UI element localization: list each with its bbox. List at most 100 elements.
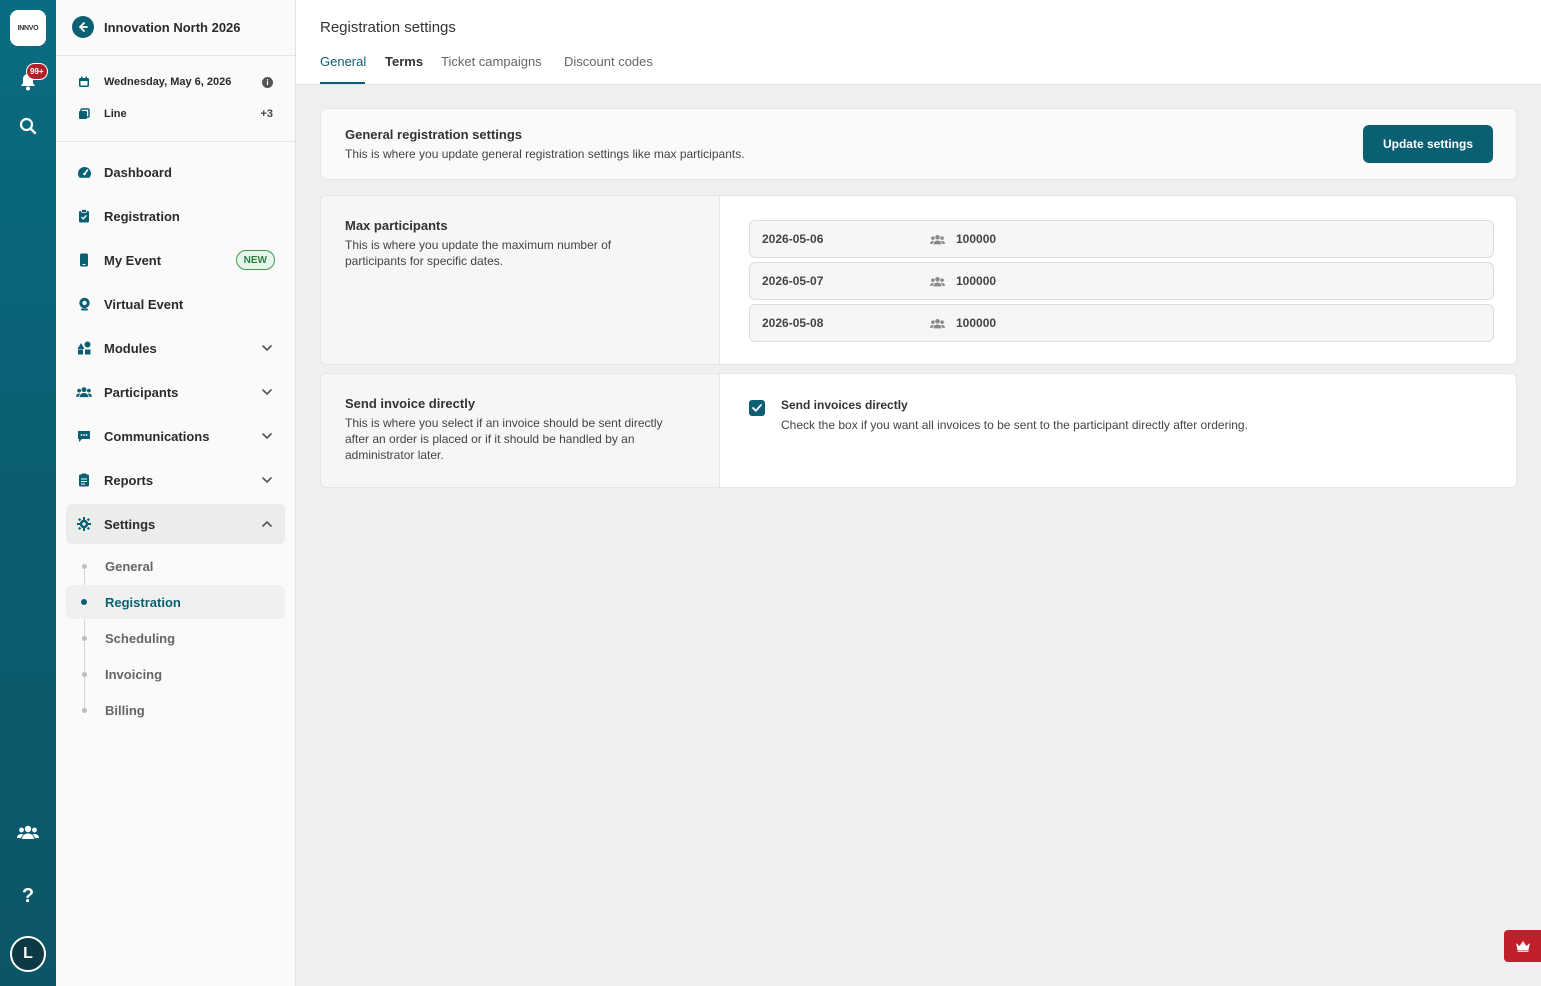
user-avatar[interactable]: L — [10, 936, 46, 972]
users-icon — [76, 384, 92, 400]
tab-discount-codes[interactable]: Discount codes — [564, 54, 653, 69]
capacity-value[interactable]: 100000 — [956, 274, 996, 288]
nav-label: Reports — [104, 472, 154, 488]
nav-modules[interactable]: Modules — [66, 328, 285, 368]
event-date-row: Wednesday, May 6, 2026 i — [76, 76, 273, 88]
people-icon[interactable] — [14, 818, 42, 846]
capacity-value[interactable]: 100000 — [956, 316, 996, 330]
subnav-scheduling[interactable]: Scheduling — [66, 621, 285, 655]
checkbox-help: Check the box if you want all invoices t… — [781, 418, 1248, 432]
tab-terms[interactable]: Terms — [385, 54, 423, 69]
nav-label: Participants — [104, 384, 179, 400]
event-title: Innovation North 2026 — [104, 19, 241, 35]
subnav-general[interactable]: General — [66, 549, 285, 583]
nav-dashboard[interactable]: Dashboard — [66, 152, 285, 192]
divider — [56, 55, 295, 56]
report-icon — [76, 472, 92, 488]
tab-general[interactable]: General — [320, 54, 366, 69]
bullet — [82, 671, 87, 677]
crown-icon[interactable] — [1504, 930, 1541, 962]
subnav-label: General — [105, 558, 154, 574]
new-badge: NEW — [235, 250, 275, 270]
location-icon — [76, 108, 92, 120]
chevron-down-icon — [261, 345, 273, 351]
section-description: after an order is placed or if it should… — [345, 432, 635, 446]
subnav-billing[interactable]: Billing — [66, 693, 285, 727]
date-label: 2026-05-07 — [762, 274, 824, 288]
subnav-label: Registration — [105, 594, 181, 610]
nav-label: Dashboard — [104, 164, 172, 180]
shapes-icon — [76, 340, 92, 356]
nav-registration[interactable]: Registration — [66, 196, 285, 236]
gauge-icon — [76, 164, 92, 180]
sidebar: Innovation North 2026 Wednesday, May 6, … — [56, 0, 296, 986]
help-icon[interactable]: ? — [14, 882, 42, 910]
section-description: participants for specific dates. — [345, 254, 504, 268]
phone-icon — [76, 252, 92, 268]
section-info: Send invoice directly This is where you … — [321, 374, 720, 487]
nav-label: Registration — [104, 208, 180, 224]
date-capacity-field[interactable]: 2026-05-06 100000 — [749, 220, 1494, 258]
app-logo[interactable]: INNVO — [10, 10, 46, 46]
subnav-registration[interactable]: Registration — [66, 585, 285, 619]
subnav-label: Billing — [105, 702, 145, 718]
nav-label: Virtual Event — [104, 296, 184, 312]
max-participants-card: Max participants This is where you updat… — [320, 195, 1517, 365]
users-icon — [930, 276, 945, 287]
subnav-label: Invoicing — [105, 666, 163, 682]
capacity-value[interactable]: 100000 — [956, 232, 996, 246]
event-venue: Line — [104, 108, 127, 120]
tab-ticket-campaigns[interactable]: Ticket campaigns — [441, 54, 542, 69]
section-description: This is where you update the maximum num… — [345, 238, 612, 252]
gear-icon — [76, 516, 92, 532]
back-arrow-icon[interactable] — [72, 16, 94, 38]
update-settings-button[interactable]: Update settings — [1363, 125, 1493, 163]
nav-virtual-event[interactable]: Virtual Event — [66, 284, 285, 324]
subnav-invoicing[interactable]: Invoicing — [66, 657, 285, 691]
general-settings-card: General registration settings This is wh… — [320, 108, 1517, 180]
section-description: This is where you select if an invoice s… — [345, 416, 663, 430]
send-invoices-checkbox[interactable] — [749, 400, 765, 416]
bullet — [81, 599, 87, 605]
date-label: 2026-05-06 — [762, 232, 824, 246]
bullet — [82, 563, 87, 569]
info-icon[interactable]: i — [262, 76, 273, 88]
chevron-up-icon — [261, 521, 273, 527]
icon-rail: INNVO 99+ ? L — [0, 0, 56, 986]
date-capacity-field[interactable]: 2026-05-08 100000 — [749, 304, 1494, 342]
bullet — [82, 635, 87, 641]
page-header: Registration settings General Terms Tick… — [296, 0, 1541, 85]
chat-icon — [76, 428, 92, 444]
webcam-icon — [76, 296, 92, 312]
divider — [56, 141, 295, 142]
nav-reports[interactable]: Reports — [66, 460, 285, 500]
card-title: General registration settings — [345, 127, 522, 142]
nav-communications[interactable]: Communications — [66, 416, 285, 456]
card-description: This is where you update general registr… — [345, 147, 745, 161]
section-description: administrator later. — [345, 448, 444, 462]
checkbox-label[interactable]: Send invoices directly — [781, 398, 908, 412]
send-invoice-card: Send invoice directly This is where you … — [320, 373, 1517, 488]
notification-badge: 99+ — [26, 63, 48, 80]
chevron-down-icon — [261, 433, 273, 439]
search-icon[interactable] — [14, 112, 42, 140]
bullet — [82, 707, 87, 713]
nav-settings[interactable]: Settings — [66, 504, 285, 544]
users-icon — [930, 318, 945, 329]
venue-extra-count: +3 — [260, 108, 273, 120]
section-title: Send invoice directly — [345, 396, 476, 411]
date-capacity-field[interactable]: 2026-05-07 100000 — [749, 262, 1494, 300]
nav-label: Communications — [104, 428, 210, 444]
chevron-down-icon — [261, 477, 273, 483]
calendar-icon — [76, 76, 92, 88]
section-title: Max participants — [345, 218, 448, 233]
chevron-down-icon — [261, 389, 273, 395]
event-header: Innovation North 2026 — [72, 16, 241, 38]
users-icon — [930, 234, 945, 245]
event-venue-row[interactable]: Line +3 — [76, 108, 273, 120]
event-date: Wednesday, May 6, 2026 — [104, 76, 232, 88]
nav-my-event[interactable]: My Event NEW — [66, 240, 285, 280]
nav-label: Settings — [104, 516, 156, 532]
nav-participants[interactable]: Participants — [66, 372, 285, 412]
section-info: Max participants This is where you updat… — [321, 196, 720, 364]
